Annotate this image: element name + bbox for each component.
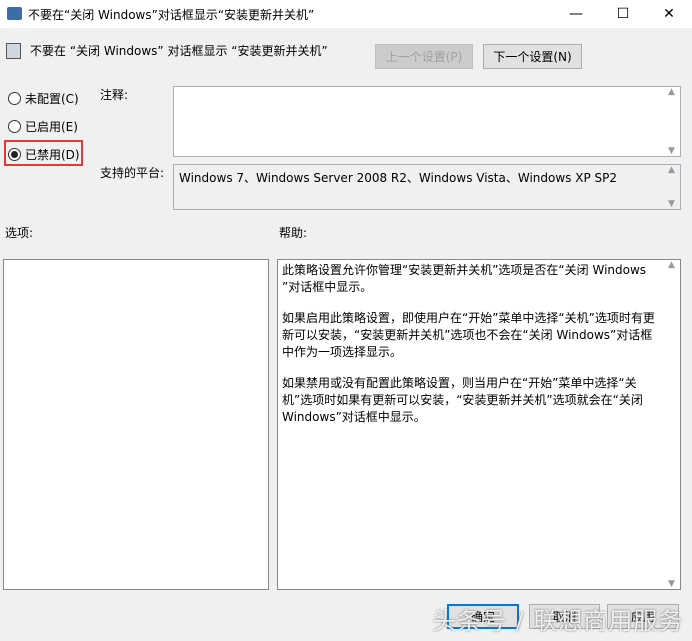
help-panel: 此策略设置允许你管理“安装更新并关机”选项是否在“关闭 Windows ”对话框… <box>277 259 681 590</box>
platform-value: Windows 7、Windows Server 2008 R2、Windows… <box>179 171 618 185</box>
radio-circle[interactable] <box>8 120 21 133</box>
maximize-button[interactable]: ☐ <box>600 0 646 28</box>
highlight-box <box>4 140 83 166</box>
watermark: 头条号 / 联想商用服务 <box>432 607 684 635</box>
help-paragraph: 如果禁用或没有配置此策略设置，则当用户在“开始”菜单中选择“关机”选项时如果有更… <box>282 376 643 424</box>
policy-icon <box>6 42 21 59</box>
options-panel <box>3 259 269 590</box>
radio-enabled[interactable]: 已启用(E) <box>8 118 78 135</box>
radio-label: 未配置(C) <box>25 92 79 106</box>
platform-field: Windows 7、Windows Server 2008 R2、Windows… <box>173 164 681 210</box>
title-bar: 不要在“关闭 Windows”对话框显示“安装更新并关机” — ☐ ✕ <box>0 0 692 28</box>
help-paragraph: 此策略设置允许你管理“安装更新并关机”选项是否在“关闭 Windows ”对话框… <box>282 263 647 294</box>
radio-label: 已启用(E) <box>25 120 78 134</box>
previous-setting-button[interactable]: 上一个设置(P) <box>375 44 473 69</box>
comment-textarea[interactable]: ▲ ▼ <box>173 86 681 157</box>
policy-name: 不要在 “关闭 Windows” 对话框显示 “安装更新并关机” <box>30 44 328 58</box>
comment-label: 注释: <box>100 88 129 102</box>
platform-scrollbar[interactable]: ▲ ▼ <box>663 165 680 209</box>
radio-not-configured[interactable]: 未配置(C) <box>8 90 79 107</box>
next-setting-button[interactable]: 下一个设置(N) <box>483 44 582 69</box>
help-paragraph: 如果启用此策略设置，即使用户在“开始”菜单中选择“关机”选项时有更新可以安装，“… <box>282 311 655 359</box>
minimize-button[interactable]: — <box>553 0 599 28</box>
close-button[interactable]: ✕ <box>646 0 692 28</box>
help-scrollbar[interactable]: ▲ ▼ <box>663 260 680 589</box>
help-label: 帮助: <box>279 226 308 240</box>
app-icon <box>7 7 22 20</box>
comment-scrollbar[interactable]: ▲ ▼ <box>663 87 680 156</box>
platform-label: 支持的平台: <box>100 166 165 180</box>
options-label: 选项: <box>5 226 34 240</box>
policy-header: 不要在 “关闭 Windows” 对话框显示 “安装更新并关机” <box>6 42 328 59</box>
window-title: 不要在“关闭 Windows”对话框显示“安装更新并关机” <box>28 7 315 22</box>
radio-circle[interactable] <box>8 92 21 105</box>
